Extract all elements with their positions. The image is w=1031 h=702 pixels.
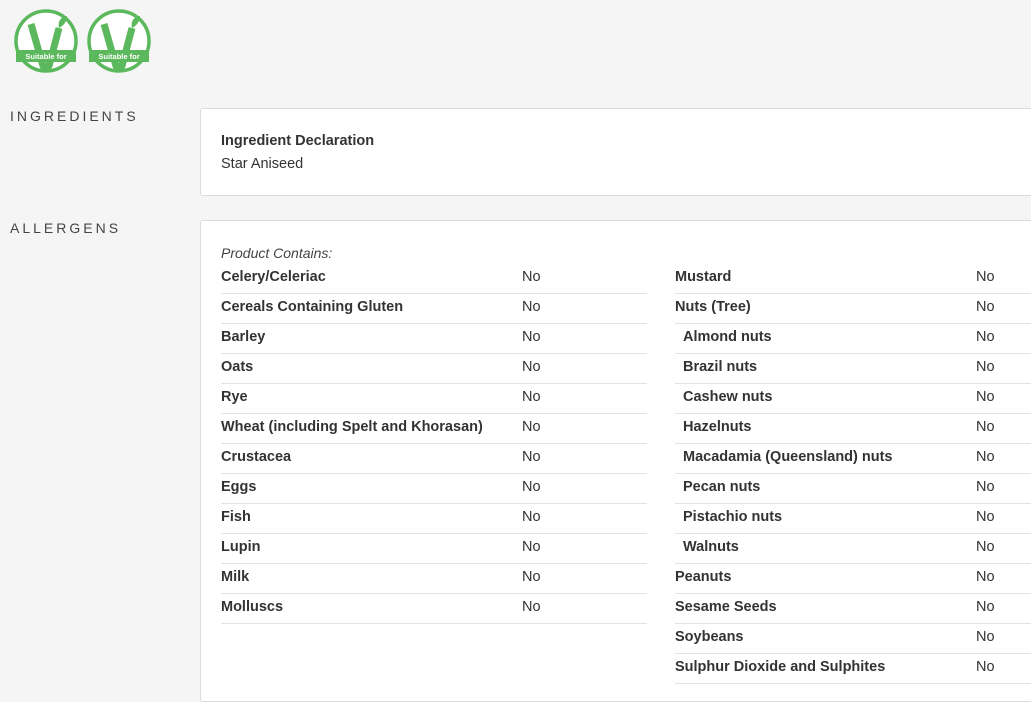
allergen-row: Brazil nuts No bbox=[675, 354, 1031, 384]
allergen-row: Eggs No bbox=[221, 474, 647, 504]
allergen-value: No bbox=[976, 659, 995, 675]
allergen-row: Hazelnuts No bbox=[675, 414, 1031, 444]
allergen-name: Pistachio nuts bbox=[683, 509, 783, 525]
allergen-row: Wheat (including Spelt and Khorasan) No bbox=[221, 414, 647, 444]
allergens-left-column: Celery/Celeriac No Cereals Containing Glut… bbox=[221, 264, 647, 624]
allergen-row: Sesame Seeds No bbox=[675, 594, 1031, 624]
allergen-row: Nuts (Tree) No bbox=[675, 294, 1031, 324]
allergen-name: Fish bbox=[221, 509, 251, 525]
ingredient-declaration-title: Ingredient Declaration bbox=[221, 133, 375, 149]
allergen-value: No bbox=[976, 599, 995, 615]
allergen-name: Almond nuts bbox=[683, 329, 772, 345]
allergen-row: Walnuts No bbox=[675, 534, 1031, 564]
allergen-value: No bbox=[976, 569, 995, 585]
allergen-row: Lupin No bbox=[221, 534, 647, 564]
allergen-row: Soybeans No bbox=[675, 624, 1031, 654]
allergen-row: Pecan nuts No bbox=[675, 474, 1031, 504]
ingredients-section-label: INGREDIENTS bbox=[10, 108, 139, 124]
allergen-name: Sesame Seeds bbox=[675, 599, 777, 615]
allergen-name: Soybeans bbox=[675, 629, 744, 645]
allergen-name: Eggs bbox=[221, 479, 257, 495]
allergen-name: Celery/Celeriac bbox=[221, 269, 326, 285]
allergen-value: No bbox=[976, 389, 995, 405]
allergen-name: Oats bbox=[221, 359, 254, 375]
allergen-value: No bbox=[522, 479, 541, 495]
allergen-name: Macadamia (Queensland) nuts bbox=[683, 449, 893, 465]
allergen-value: No bbox=[522, 389, 541, 405]
allergen-value: No bbox=[976, 329, 995, 345]
allergens-panel: Product Contains: Celery/Celeriac No Cerea… bbox=[200, 220, 1031, 702]
allergen-name: Cereals Containing Gluten bbox=[221, 299, 404, 315]
allergen-name: Lupin bbox=[221, 539, 261, 555]
allergens-right-column: Mustard No Nuts (Tree) No Almond nuts No Brazi… bbox=[675, 264, 1031, 684]
allergen-value: No bbox=[522, 599, 541, 615]
allergen-name: Molluscs bbox=[221, 599, 284, 615]
allergen-value: No bbox=[522, 569, 541, 585]
allergen-row: Crustacea No bbox=[221, 444, 647, 474]
allergen-name: Barley bbox=[221, 329, 266, 345]
allergen-row: Barley No bbox=[221, 324, 647, 354]
allergen-name: Nuts (Tree) bbox=[675, 299, 751, 315]
allergen-name: Walnuts bbox=[683, 539, 739, 555]
vegan-badge: Suitable for bbox=[86, 8, 152, 74]
allergen-row: Peanuts No bbox=[675, 564, 1031, 594]
allergen-value: No bbox=[976, 449, 995, 465]
allergen-name: Peanuts bbox=[675, 569, 732, 585]
allergen-name: Mustard bbox=[675, 269, 732, 285]
allergens-section-label: ALLERGENS bbox=[10, 220, 122, 236]
allergen-name: Pecan nuts bbox=[683, 479, 761, 495]
allergen-value: No bbox=[522, 299, 541, 315]
allergen-value: No bbox=[976, 419, 995, 435]
allergen-name: Brazil nuts bbox=[683, 359, 758, 375]
svg-text:Suitable for: Suitable for bbox=[98, 52, 139, 61]
allergen-value: No bbox=[976, 629, 995, 645]
allergen-row: Rye No bbox=[221, 384, 647, 414]
allergen-value: No bbox=[976, 269, 995, 285]
allergen-value: No bbox=[976, 479, 995, 495]
allergen-value: No bbox=[522, 539, 541, 555]
allergen-value: No bbox=[522, 449, 541, 465]
allergen-row: Oats No bbox=[221, 354, 647, 384]
allergen-value: No bbox=[522, 419, 541, 435]
allergen-row: Molluscs No bbox=[221, 594, 647, 624]
allergen-value: No bbox=[976, 539, 995, 555]
allergen-value: No bbox=[522, 509, 541, 525]
vegetarian-badge: Suitable for bbox=[13, 8, 79, 74]
allergen-name: Cashew nuts bbox=[683, 389, 773, 405]
allergen-row: Celery/Celeriac No bbox=[221, 264, 647, 294]
vegetarian-v-icon: Suitable for bbox=[14, 9, 78, 73]
ingredient-declaration-text: Star Aniseed bbox=[221, 156, 304, 172]
allergen-name: Hazelnuts bbox=[683, 419, 752, 435]
allergen-row: Milk No bbox=[221, 564, 647, 594]
svg-text:Suitable for: Suitable for bbox=[25, 52, 66, 61]
allergen-value: No bbox=[522, 329, 541, 345]
allergen-name: Milk bbox=[221, 569, 250, 585]
allergen-row: Almond nuts No bbox=[675, 324, 1031, 354]
allergen-name: Crustacea bbox=[221, 449, 292, 465]
allergen-row: Mustard No bbox=[675, 264, 1031, 294]
allergen-name: Wheat (including Spelt and Khorasan) bbox=[221, 419, 483, 435]
allergen-name: Rye bbox=[221, 389, 248, 405]
product-contains-label: Product Contains: bbox=[221, 245, 333, 261]
allergen-row: Fish No bbox=[221, 504, 647, 534]
allergen-row: Cereals Containing Gluten No bbox=[221, 294, 647, 324]
allergen-row: Pistachio nuts No bbox=[675, 504, 1031, 534]
allergen-value: No bbox=[522, 359, 541, 375]
allergen-value: No bbox=[976, 359, 995, 375]
ingredients-panel: Ingredient Declaration Star Aniseed bbox=[200, 108, 1031, 196]
vegan-v-icon: Suitable for bbox=[87, 9, 151, 73]
allergen-value: No bbox=[522, 269, 541, 285]
allergen-name: Sulphur Dioxide and Sulphites bbox=[675, 659, 886, 675]
allergen-row: Macadamia (Queensland) nuts No bbox=[675, 444, 1031, 474]
allergen-row: Cashew nuts No bbox=[675, 384, 1031, 414]
allergen-value: No bbox=[976, 299, 995, 315]
allergen-value: No bbox=[976, 509, 995, 525]
